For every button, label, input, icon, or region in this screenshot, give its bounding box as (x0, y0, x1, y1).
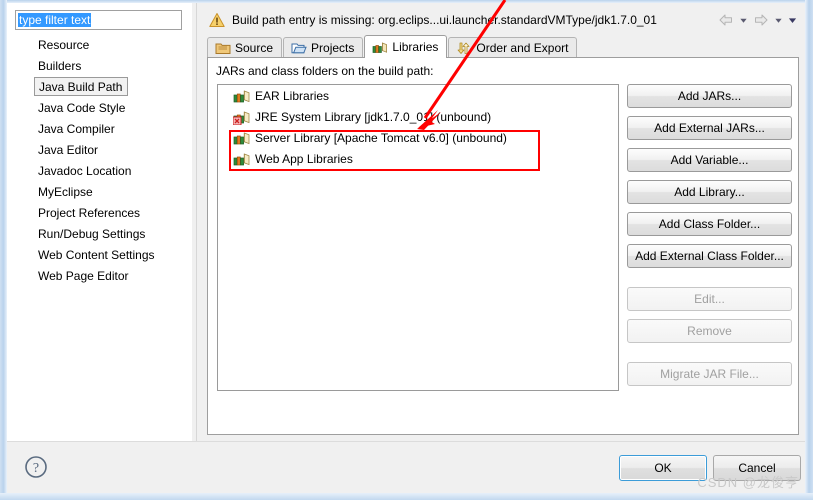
preferences-dialog: type filter text Resource Builders Java … (0, 0, 813, 500)
library-books-icon (233, 131, 250, 144)
sidebar-item-myeclipse[interactable]: MyEclipse (7, 182, 192, 203)
tab-projects[interactable]: Projects (283, 37, 364, 58)
tab-source-label: Source (235, 41, 274, 55)
tree-row: MyEclipse (7, 182, 192, 203)
navigation-icons (718, 12, 797, 28)
add-variable-button[interactable]: Add Variable... (627, 148, 792, 172)
sidebar-item-web-page-editor[interactable]: Web Page Editor (7, 266, 192, 287)
help-question-icon[interactable]: ? (24, 455, 48, 479)
sidebar-item-java-build-path[interactable]: Java Build Path (34, 77, 129, 96)
chevron-down-icon[interactable] (774, 16, 783, 25)
list-item[interactable]: Web App Libraries (218, 148, 618, 169)
list-item-label: Server Library [Apache Tomcat v6.0] (unb… (255, 130, 507, 145)
window-frame-right (805, 0, 813, 500)
list-item[interactable]: JRE System Library [jdk1.7.0_01] (unboun… (218, 106, 618, 127)
library-books-error-icon (233, 110, 250, 125)
tab-libraries[interactable]: Libraries (364, 35, 448, 58)
preferences-tree-panel: type filter text Resource Builders Java … (7, 3, 192, 441)
libraries-list[interactable]: EAR Libraries JRE System Library [jdk1.7… (217, 84, 619, 391)
edit-button: Edit... (627, 287, 792, 311)
tree-row: Project References (7, 203, 192, 224)
dialog-footer: ? OK Cancel CSDN @龙俊亨 (7, 441, 805, 493)
libraries-list-label: JARs and class folders on the build path… (216, 64, 434, 78)
list-item[interactable]: Server Library [Apache Tomcat v6.0] (unb… (218, 127, 618, 148)
remove-button: Remove (627, 319, 792, 343)
button-group-spacer (627, 276, 792, 287)
tree-row: Java Compiler (7, 119, 192, 140)
add-library-button[interactable]: Add Library... (627, 180, 792, 204)
build-path-tabfolder: Source Projects Libraries Order and Expo… (207, 35, 799, 435)
tree-row: Javadoc Location (7, 161, 192, 182)
tree-row: Web Page Editor (7, 266, 192, 287)
sidebar-item-project-references[interactable]: Project References (7, 203, 192, 224)
dialog-client-area: type filter text Resource Builders Java … (7, 3, 805, 493)
warning-triangle-icon (209, 12, 225, 27)
add-jars-button[interactable]: Add JARs... (627, 84, 792, 108)
sidebar-item-java-code-style[interactable]: Java Code Style (7, 98, 192, 119)
tab-projects-label: Projects (311, 41, 355, 55)
sidebar-item-run-debug-settings[interactable]: Run/Debug Settings (7, 224, 192, 245)
message-text: Build path entry is missing: org.eclips.… (232, 12, 657, 27)
books-icon (373, 42, 388, 53)
panel-sash[interactable] (192, 3, 201, 441)
ok-button[interactable]: OK (619, 455, 707, 481)
tree-row: Java Editor (7, 140, 192, 161)
svg-text:?: ? (33, 461, 39, 476)
sidebar-item-java-editor[interactable]: Java Editor (7, 140, 192, 161)
tree-row: Java Code Style (7, 98, 192, 119)
add-external-jars-button[interactable]: Add External JARs... (627, 116, 792, 140)
sidebar-item-builders[interactable]: Builders (7, 56, 192, 77)
sidebar-item-web-content-settings[interactable]: Web Content Settings (7, 245, 192, 266)
tree-row: Builders (7, 56, 192, 77)
tree-row: Java Build Path (7, 77, 192, 98)
preferences-tree: Resource Builders Java Build Path Java C… (7, 35, 192, 435)
library-books-icon (233, 152, 250, 165)
sidebar-item-resource[interactable]: Resource (7, 35, 192, 56)
button-group-spacer (627, 351, 792, 362)
filter-input-value[interactable]: type filter text (18, 13, 92, 27)
migrate-jar-file-button: Migrate JAR File... (627, 362, 792, 386)
tab-libraries-label: Libraries (392, 40, 439, 54)
libraries-tab-panel: JARs and class folders on the build path… (207, 57, 799, 435)
sidebar-item-java-compiler[interactable]: Java Compiler (7, 119, 192, 140)
libraries-button-column: Add JARs... Add External JARs... Add Var… (627, 84, 792, 394)
tab-order-export-label: Order and Export (476, 41, 569, 55)
filter-input-box[interactable]: type filter text (15, 10, 182, 30)
order-export-icon (458, 42, 470, 54)
library-books-icon (233, 89, 250, 102)
chevron-down-icon[interactable] (788, 16, 797, 25)
add-external-class-folder-button[interactable]: Add External Class Folder... (627, 244, 792, 268)
back-arrow-icon[interactable] (718, 12, 734, 28)
sidebar-item-javadoc-location[interactable]: Javadoc Location (7, 161, 192, 182)
tab-order-and-export[interactable]: Order and Export (448, 37, 578, 58)
list-item-label: Web App Libraries (255, 151, 353, 166)
open-folder-icon (291, 43, 307, 54)
sash-divider-line (196, 3, 197, 441)
tree-row: Web Content Settings (7, 245, 192, 266)
add-class-folder-button[interactable]: Add Class Folder... (627, 212, 792, 236)
watermark-text: CSDN @龙俊亨 (697, 475, 799, 490)
window-frame-left (0, 0, 7, 500)
tree-row: Resource (7, 35, 192, 56)
tree-row: Run/Debug Settings (7, 224, 192, 245)
message-bar: Build path entry is missing: org.eclips.… (201, 3, 805, 36)
window-frame-bottom (0, 493, 813, 500)
list-item-label: EAR Libraries (255, 88, 330, 103)
forward-arrow-icon[interactable] (753, 12, 769, 28)
page-content: Build path entry is missing: org.eclips.… (201, 3, 805, 441)
tab-source[interactable]: Source (207, 37, 283, 58)
list-item-label: JRE System Library [jdk1.7.0_01] (unboun… (255, 109, 492, 124)
source-folder-icon (215, 43, 231, 54)
list-item[interactable]: EAR Libraries (218, 85, 618, 106)
chevron-down-icon[interactable] (739, 16, 748, 25)
tabstrip: Source Projects Libraries Order and Expo… (207, 35, 578, 58)
